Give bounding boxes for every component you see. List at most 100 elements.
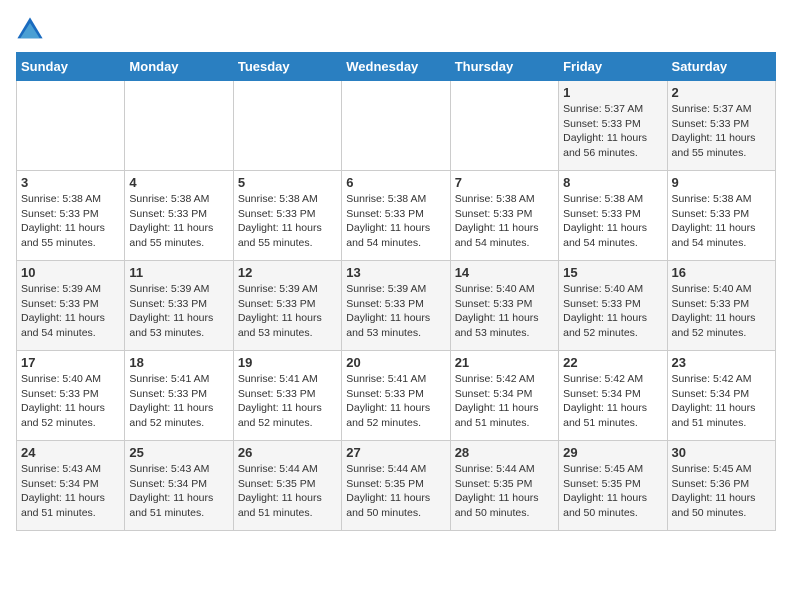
- calendar-cell: [17, 81, 125, 171]
- day-info: Sunrise: 5:38 AM Sunset: 5:33 PM Dayligh…: [672, 192, 771, 251]
- week-row-2: 3 Sunrise: 5:38 AM Sunset: 5:33 PM Daylig…: [17, 171, 776, 261]
- calendar-cell: 13 Sunrise: 5:39 AM Sunset: 5:33 PM Dayli…: [342, 261, 450, 351]
- calendar-header-row: SundayMondayTuesdayWednesdayThursdayFrid…: [17, 53, 776, 81]
- day-number: 5: [238, 175, 337, 190]
- calendar-cell: 5 Sunrise: 5:38 AM Sunset: 5:33 PM Daylig…: [233, 171, 341, 261]
- calendar-cell: 17 Sunrise: 5:40 AM Sunset: 5:33 PM Dayli…: [17, 351, 125, 441]
- day-number: 10: [21, 265, 120, 280]
- calendar-cell: 12 Sunrise: 5:39 AM Sunset: 5:33 PM Dayli…: [233, 261, 341, 351]
- day-number: 3: [21, 175, 120, 190]
- day-info: Sunrise: 5:41 AM Sunset: 5:33 PM Dayligh…: [129, 372, 228, 431]
- day-info: Sunrise: 5:44 AM Sunset: 5:35 PM Dayligh…: [238, 462, 337, 521]
- calendar-cell: 16 Sunrise: 5:40 AM Sunset: 5:33 PM Dayli…: [667, 261, 775, 351]
- column-header-sunday: Sunday: [17, 53, 125, 81]
- day-number: 9: [672, 175, 771, 190]
- calendar-cell: 20 Sunrise: 5:41 AM Sunset: 5:33 PM Dayli…: [342, 351, 450, 441]
- day-info: Sunrise: 5:40 AM Sunset: 5:33 PM Dayligh…: [563, 282, 662, 341]
- day-info: Sunrise: 5:39 AM Sunset: 5:33 PM Dayligh…: [238, 282, 337, 341]
- day-number: 20: [346, 355, 445, 370]
- day-number: 18: [129, 355, 228, 370]
- week-row-4: 17 Sunrise: 5:40 AM Sunset: 5:33 PM Dayli…: [17, 351, 776, 441]
- calendar-cell: 27 Sunrise: 5:44 AM Sunset: 5:35 PM Dayli…: [342, 441, 450, 531]
- day-number: 16: [672, 265, 771, 280]
- day-info: Sunrise: 5:38 AM Sunset: 5:33 PM Dayligh…: [346, 192, 445, 251]
- day-number: 4: [129, 175, 228, 190]
- column-header-wednesday: Wednesday: [342, 53, 450, 81]
- calendar-cell: 3Sunrise: 5:38 AM Sunset: 5:33 PM Daylig…: [17, 171, 125, 261]
- calendar-table: SundayMondayTuesdayWednesdayThursdayFrid…: [16, 52, 776, 531]
- day-number: 2: [672, 85, 771, 100]
- calendar-cell: 29 Sunrise: 5:45 AM Sunset: 5:35 PM Dayli…: [559, 441, 667, 531]
- week-row-3: 10 Sunrise: 5:39 AM Sunset: 5:33 PM Dayli…: [17, 261, 776, 351]
- day-number: 24: [21, 445, 120, 460]
- day-number: 1: [563, 85, 662, 100]
- calendar-cell: 1 Sunrise: 5:37 AM Sunset: 5:33 PM Daylig…: [559, 81, 667, 171]
- day-info: Sunrise: 5:39 AM Sunset: 5:33 PM Dayligh…: [346, 282, 445, 341]
- calendar-cell: 24 Sunrise: 5:43 AM Sunset: 5:34 PM Dayli…: [17, 441, 125, 531]
- day-number: 30: [672, 445, 771, 460]
- day-info: Sunrise: 5:45 AM Sunset: 5:35 PM Dayligh…: [563, 462, 662, 521]
- page-header: [16, 16, 776, 44]
- calendar-cell: 8 Sunrise: 5:38 AM Sunset: 5:33 PM Daylig…: [559, 171, 667, 261]
- day-number: 21: [455, 355, 554, 370]
- day-number: 19: [238, 355, 337, 370]
- column-header-tuesday: Tuesday: [233, 53, 341, 81]
- day-number: 17: [21, 355, 120, 370]
- calendar-cell: 28 Sunrise: 5:44 AM Sunset: 5:35 PM Dayli…: [450, 441, 558, 531]
- day-info: Sunrise: 5:40 AM Sunset: 5:33 PM Dayligh…: [672, 282, 771, 341]
- calendar-cell: 22 Sunrise: 5:42 AM Sunset: 5:34 PM Dayli…: [559, 351, 667, 441]
- day-number: 29: [563, 445, 662, 460]
- day-info: Sunrise: 5:38 AM Sunset: 5:33 PM Dayligh…: [563, 192, 662, 251]
- day-info: Sunrise: 5:45 AM Sunset: 5:36 PM Dayligh…: [672, 462, 771, 521]
- day-info: Sunrise: 5:38 AM Sunset: 5:33 PM Dayligh…: [455, 192, 554, 251]
- day-number: 13: [346, 265, 445, 280]
- day-number: 12: [238, 265, 337, 280]
- day-number: 11: [129, 265, 228, 280]
- day-info: Sunrise: 5:43 AM Sunset: 5:34 PM Dayligh…: [21, 462, 120, 521]
- day-number: 26: [238, 445, 337, 460]
- day-info: Sunrise: 5:39 AM Sunset: 5:33 PM Dayligh…: [129, 282, 228, 341]
- calendar-cell: [125, 81, 233, 171]
- calendar-cell: 21 Sunrise: 5:42 AM Sunset: 5:34 PM Dayli…: [450, 351, 558, 441]
- week-row-5: 24 Sunrise: 5:43 AM Sunset: 5:34 PM Dayli…: [17, 441, 776, 531]
- calendar-cell: 19 Sunrise: 5:41 AM Sunset: 5:33 PM Dayli…: [233, 351, 341, 441]
- day-info: Sunrise: 5:39 AM Sunset: 5:33 PM Dayligh…: [21, 282, 120, 341]
- day-number: 14: [455, 265, 554, 280]
- day-number: 7: [455, 175, 554, 190]
- day-info: Sunrise: 5:42 AM Sunset: 5:34 PM Dayligh…: [672, 372, 771, 431]
- logo: [16, 16, 48, 44]
- calendar-cell: 30 Sunrise: 5:45 AM Sunset: 5:36 PM Dayli…: [667, 441, 775, 531]
- calendar-cell: 11 Sunrise: 5:39 AM Sunset: 5:33 PM Dayli…: [125, 261, 233, 351]
- day-info: Sunrise: 5:37 AM Sunset: 5:33 PM Dayligh…: [563, 102, 662, 161]
- calendar-cell: 2 Sunrise: 5:37 AM Sunset: 5:33 PM Daylig…: [667, 81, 775, 171]
- day-number: 28: [455, 445, 554, 460]
- day-info: Sunrise: 5:37 AM Sunset: 5:33 PM Dayligh…: [672, 102, 771, 161]
- day-info: Sunrise: 5:42 AM Sunset: 5:34 PM Dayligh…: [455, 372, 554, 431]
- day-number: 27: [346, 445, 445, 460]
- day-info: Sunrise: 5:44 AM Sunset: 5:35 PM Dayligh…: [455, 462, 554, 521]
- day-number: 23: [672, 355, 771, 370]
- day-info: Sunrise: 5:38 AM Sunset: 5:33 PM Dayligh…: [238, 192, 337, 251]
- day-info: Sunrise: 5:41 AM Sunset: 5:33 PM Dayligh…: [346, 372, 445, 431]
- day-number: 25: [129, 445, 228, 460]
- calendar-cell: 6 Sunrise: 5:38 AM Sunset: 5:33 PM Daylig…: [342, 171, 450, 261]
- calendar-cell: 10 Sunrise: 5:39 AM Sunset: 5:33 PM Dayli…: [17, 261, 125, 351]
- calendar-cell: 15Sunrise: 5:40 AM Sunset: 5:33 PM Dayli…: [559, 261, 667, 351]
- calendar-cell: [450, 81, 558, 171]
- day-number: 22: [563, 355, 662, 370]
- day-number: 8: [563, 175, 662, 190]
- column-header-monday: Monday: [125, 53, 233, 81]
- day-info: Sunrise: 5:42 AM Sunset: 5:34 PM Dayligh…: [563, 372, 662, 431]
- column-header-friday: Friday: [559, 53, 667, 81]
- day-info: Sunrise: 5:40 AM Sunset: 5:33 PM Dayligh…: [21, 372, 120, 431]
- day-number: 6: [346, 175, 445, 190]
- logo-icon: [16, 16, 44, 44]
- week-row-1: 1 Sunrise: 5:37 AM Sunset: 5:33 PM Daylig…: [17, 81, 776, 171]
- day-info: Sunrise: 5:41 AM Sunset: 5:33 PM Dayligh…: [238, 372, 337, 431]
- calendar-cell: 18 Sunrise: 5:41 AM Sunset: 5:33 PM Dayli…: [125, 351, 233, 441]
- calendar-cell: 25Sunrise: 5:43 AM Sunset: 5:34 PM Dayli…: [125, 441, 233, 531]
- day-info: Sunrise: 5:44 AM Sunset: 5:35 PM Dayligh…: [346, 462, 445, 521]
- day-info: Sunrise: 5:40 AM Sunset: 5:33 PM Dayligh…: [455, 282, 554, 341]
- column-header-thursday: Thursday: [450, 53, 558, 81]
- day-info: Sunrise: 5:38 AM Sunset: 5:33 PM Dayligh…: [129, 192, 228, 251]
